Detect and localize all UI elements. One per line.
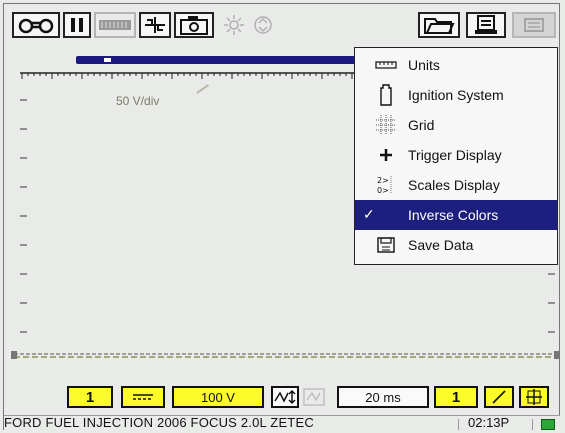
menu-item-label: Save Data xyxy=(408,237,474,253)
menu-item-ignition-system[interactable]: Ignition System xyxy=(355,80,557,110)
menu-item-trigger-display[interactable]: Trigger Display xyxy=(355,140,557,170)
menu-item-inverse-colors[interactable]: ✓ Inverse Colors xyxy=(355,200,557,230)
channel-value: 1 xyxy=(85,388,95,406)
ruler-icon xyxy=(373,50,399,80)
baseline-marker-right xyxy=(554,351,560,359)
autoscale-icon xyxy=(274,389,296,405)
scope-screen: 50 V/div Units Ignition System Grid Trig… xyxy=(0,0,565,433)
scale-disabled-icon xyxy=(303,388,325,406)
options-menu: Units Ignition System Grid Trigger Displ… xyxy=(354,47,558,265)
volts-per-div-label: 50 V/div xyxy=(116,94,160,108)
coupling-button[interactable] xyxy=(121,386,165,408)
autoscale-button[interactable] xyxy=(271,386,299,408)
voltage-range-button[interactable]: 100 V xyxy=(172,386,264,408)
menu-item-grid[interactable]: Grid xyxy=(355,110,557,140)
voltage-value: 100 V xyxy=(201,389,235,405)
right-edge-ticks xyxy=(548,273,555,333)
grid-icon xyxy=(373,110,399,140)
baseline-marker-left xyxy=(11,351,17,359)
menu-item-label: Units xyxy=(408,57,440,73)
scale-labels-icon: 2> 0> xyxy=(373,170,399,200)
top-ruler-ticks xyxy=(21,73,353,79)
trigger-channel-button[interactable]: 1 xyxy=(434,386,478,408)
timebase-value: 20 ms xyxy=(365,389,401,405)
battery-icon xyxy=(541,419,555,430)
menu-item-label: Scales Display xyxy=(408,177,500,193)
menu-item-units[interactable]: Units xyxy=(355,50,557,80)
menu-item-scales-display[interactable]: 2> 0> Scales Display xyxy=(355,170,557,200)
crosshair-plus-icon xyxy=(373,140,399,170)
svg-text:0>: 0> xyxy=(377,186,389,195)
dc-coupling-icon xyxy=(133,394,153,400)
channel-button[interactable]: 1 xyxy=(67,386,113,408)
timebase-button[interactable]: 20 ms xyxy=(337,386,429,408)
clock: 02:13P xyxy=(468,415,510,430)
checkmark-icon: ✓ xyxy=(363,206,375,222)
status-separator xyxy=(458,419,459,430)
rising-slope-icon xyxy=(492,390,506,404)
menu-item-label: Inverse Colors xyxy=(408,207,499,223)
trigger-slope-button[interactable] xyxy=(484,386,514,408)
left-edge-ticks xyxy=(20,99,27,333)
trigger-channel-value: 1 xyxy=(451,388,461,406)
menu-item-label: Trigger Display xyxy=(408,147,502,163)
vehicle-info: FORD FUEL INJECTION 2006 FOCUS 2.0L ZETE… xyxy=(4,415,314,430)
spark-plug-icon xyxy=(373,80,399,110)
menu-item-label: Grid xyxy=(408,117,435,133)
svg-text:2>: 2> xyxy=(377,176,389,185)
trigger-position-button[interactable] xyxy=(519,386,549,408)
menu-item-label: Ignition System xyxy=(408,87,504,103)
trigger-crosshair-icon xyxy=(526,389,542,405)
save-disk-icon xyxy=(373,230,399,260)
menu-item-save-data[interactable]: Save Data xyxy=(355,230,557,260)
status-separator xyxy=(532,419,533,430)
status-bar: FORD FUEL INJECTION 2006 FOCUS 2.0L ZETE… xyxy=(4,415,560,432)
